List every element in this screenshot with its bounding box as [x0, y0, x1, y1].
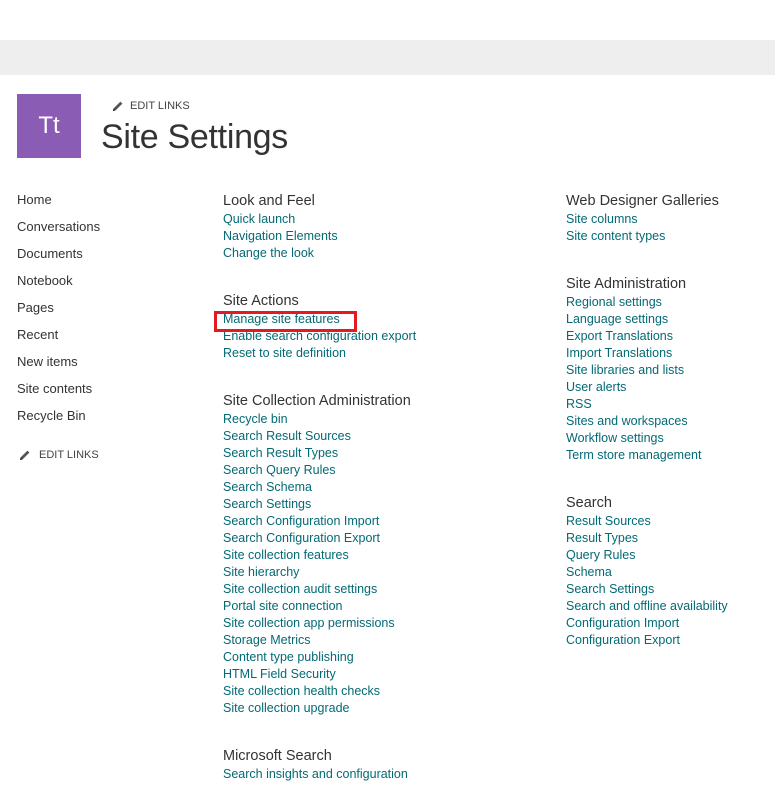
link-search-configuration-import[interactable]: Search Configuration Import [223, 513, 411, 530]
edit-links-top[interactable]: EDIT LINKS [112, 100, 190, 112]
link-site-collection-health-checks[interactable]: Site collection health checks [223, 683, 411, 700]
link-quick-launch[interactable]: Quick launch [223, 211, 338, 228]
link-sites-and-workspaces[interactable]: Sites and workspaces [566, 413, 701, 430]
section-title: Look and Feel [223, 193, 315, 209]
nav-item-recent[interactable]: Recent [17, 326, 100, 353]
section-title: Search [566, 495, 612, 511]
link-search-settings[interactable]: Search Settings [223, 496, 411, 513]
link-rss[interactable]: RSS [566, 396, 701, 413]
nav-item-notebook[interactable]: Notebook [17, 272, 100, 299]
link-schema[interactable]: Schema [566, 564, 728, 581]
nav-item-new-items[interactable]: New items [17, 353, 100, 380]
link-site-collection-app-permissions[interactable]: Site collection app permissions [223, 615, 411, 632]
link-configuration-import[interactable]: Configuration Import [566, 615, 728, 632]
link-enable-search-configuration-export[interactable]: Enable search configuration export [223, 328, 416, 345]
left-navigation: Home Conversations Documents Notebook Pa… [17, 191, 100, 434]
link-query-rules[interactable]: Query Rules [566, 547, 728, 564]
nav-item-pages[interactable]: Pages [17, 299, 100, 326]
link-user-alerts[interactable]: User alerts [566, 379, 701, 396]
link-search-schema[interactable]: Search Schema [223, 479, 411, 496]
link-storage-metrics[interactable]: Storage Metrics [223, 632, 411, 649]
edit-links-left[interactable]: EDIT LINKS [19, 449, 99, 461]
edit-links-top-label: EDIT LINKS [130, 100, 190, 112]
section-site-collection-administration: Site Collection Administration Recycle b… [223, 392, 411, 717]
link-site-columns[interactable]: Site columns [566, 211, 719, 228]
link-site-hierarchy[interactable]: Site hierarchy [223, 564, 411, 581]
section-site-actions: Site Actions Manage site features Enable… [223, 292, 416, 362]
link-reset-to-site-definition[interactable]: Reset to site definition [223, 345, 416, 362]
link-site-libraries-and-lists[interactable]: Site libraries and lists [566, 362, 701, 379]
site-logo[interactable]: Tt [17, 94, 81, 158]
link-language-settings[interactable]: Language settings [566, 311, 701, 328]
nav-item-conversations[interactable]: Conversations [17, 218, 100, 245]
section-search: Search Result Sources Result Types Query… [566, 494, 728, 649]
link-import-translations[interactable]: Import Translations [566, 345, 701, 362]
section-title: Microsoft Search [223, 748, 332, 764]
edit-links-left-label: EDIT LINKS [39, 449, 99, 461]
nav-item-home[interactable]: Home [17, 191, 100, 218]
pencil-icon [19, 449, 31, 461]
link-result-types[interactable]: Result Types [566, 530, 728, 547]
link-html-field-security[interactable]: HTML Field Security [223, 666, 411, 683]
section-title: Site Administration [566, 276, 687, 292]
link-site-content-types[interactable]: Site content types [566, 228, 719, 245]
link-search-insights-and-configuration[interactable]: Search insights and configuration [223, 766, 408, 783]
link-search-result-sources[interactable]: Search Result Sources [223, 428, 411, 445]
link-manage-site-features[interactable]: Manage site features [223, 311, 416, 328]
section-title: Web Designer Galleries [566, 193, 719, 209]
pencil-icon [112, 100, 124, 112]
link-content-type-publishing[interactable]: Content type publishing [223, 649, 411, 666]
link-result-sources[interactable]: Result Sources [566, 513, 728, 530]
link-site-collection-audit-settings[interactable]: Site collection audit settings [223, 581, 411, 598]
link-term-store-management[interactable]: Term store management [566, 447, 701, 464]
nav-item-site-contents[interactable]: Site contents [17, 380, 100, 407]
link-search-query-rules[interactable]: Search Query Rules [223, 462, 411, 479]
link-recycle-bin[interactable]: Recycle bin [223, 411, 411, 428]
link-site-collection-features[interactable]: Site collection features [223, 547, 411, 564]
section-title: Site Collection Administration [223, 393, 411, 409]
link-workflow-settings[interactable]: Workflow settings [566, 430, 701, 447]
link-search-result-types[interactable]: Search Result Types [223, 445, 411, 462]
link-change-the-look[interactable]: Change the look [223, 245, 338, 262]
suite-bar [0, 40, 775, 75]
section-site-administration: Site Administration Regional settings La… [566, 275, 701, 464]
page-title: Site Settings [101, 118, 288, 156]
link-portal-site-connection[interactable]: Portal site connection [223, 598, 411, 615]
link-search-settings-2[interactable]: Search Settings [566, 581, 728, 598]
link-export-translations[interactable]: Export Translations [566, 328, 701, 345]
link-regional-settings[interactable]: Regional settings [566, 294, 701, 311]
nav-item-documents[interactable]: Documents [17, 245, 100, 272]
link-search-configuration-export[interactable]: Search Configuration Export [223, 530, 411, 547]
nav-item-recycle-bin[interactable]: Recycle Bin [17, 407, 100, 434]
link-configuration-export[interactable]: Configuration Export [566, 632, 728, 649]
section-web-designer-galleries: Web Designer Galleries Site columns Site… [566, 192, 719, 245]
link-site-collection-upgrade[interactable]: Site collection upgrade [223, 700, 411, 717]
link-navigation-elements[interactable]: Navigation Elements [223, 228, 338, 245]
site-logo-text: Tt [38, 112, 60, 139]
section-microsoft-search: Microsoft Search Search insights and con… [223, 747, 408, 783]
section-title: Site Actions [223, 293, 299, 309]
section-look-and-feel: Look and Feel Quick launch Navigation El… [223, 192, 338, 262]
link-search-and-offline-availability[interactable]: Search and offline availability [566, 598, 728, 615]
